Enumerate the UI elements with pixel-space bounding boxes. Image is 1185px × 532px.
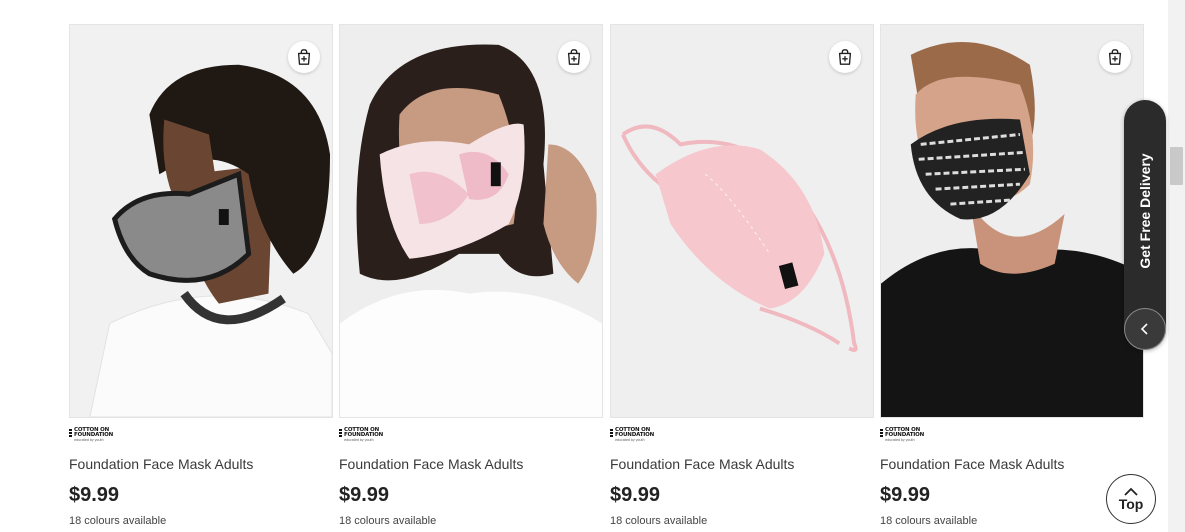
- product-image[interactable]: [880, 24, 1144, 418]
- product-card[interactable]: COTTON ON FOUNDATION educated by youth F…: [880, 24, 1144, 527]
- brand-tagline: educated by youth: [74, 438, 104, 442]
- brand-logo: COTTON ON FOUNDATION educated by youth: [610, 427, 874, 444]
- colours-available: 18 colours available: [610, 515, 708, 527]
- product-photo: [340, 25, 602, 417]
- add-to-bag-button[interactable]: [558, 41, 590, 73]
- product-name[interactable]: Foundation Face Mask Adults: [339, 456, 603, 472]
- product-name[interactable]: Foundation Face Mask Adults: [69, 456, 333, 472]
- brand-tagline: educated by youth: [885, 438, 915, 442]
- product-grid: COTTON ON FOUNDATION educated by youth F…: [69, 24, 1144, 532]
- back-to-top-button[interactable]: Top: [1106, 474, 1156, 524]
- add-to-bag-button[interactable]: [1099, 41, 1131, 73]
- promo-collapse-button[interactable]: [1124, 308, 1166, 350]
- free-delivery-tab[interactable]: Get Free Delivery: [1124, 100, 1166, 350]
- colours-available: 18 colours available: [339, 515, 437, 527]
- product-photo: [70, 25, 332, 417]
- product-image[interactable]: [69, 24, 333, 418]
- product-price: $9.99: [610, 484, 661, 506]
- product-price: $9.99: [69, 484, 120, 506]
- product-image[interactable]: [610, 24, 874, 418]
- shopping-bag-plus-icon: [838, 49, 852, 65]
- product-name[interactable]: Foundation Face Mask Adults: [610, 456, 874, 472]
- scrollbar-track[interactable]: [1168, 0, 1185, 532]
- free-delivery-label[interactable]: Get Free Delivery: [1137, 153, 1153, 268]
- colours-available: 18 colours available: [880, 515, 978, 527]
- add-to-bag-button[interactable]: [288, 41, 320, 73]
- brand-logo: COTTON ON FOUNDATION educated by youth: [880, 427, 1144, 444]
- product-card[interactable]: COTTON ON FOUNDATION educated by youth F…: [69, 24, 333, 527]
- product-photo: [881, 25, 1143, 417]
- shopping-bag-plus-icon: [567, 49, 581, 65]
- add-to-bag-button[interactable]: [829, 41, 861, 73]
- brand-logo: COTTON ON FOUNDATION educated by youth: [69, 427, 333, 444]
- product-name[interactable]: Foundation Face Mask Adults: [880, 456, 1144, 472]
- product-card[interactable]: COTTON ON FOUNDATION educated by youth F…: [339, 24, 603, 527]
- chevron-left-icon: [1140, 323, 1148, 335]
- back-to-top-label: Top: [1118, 495, 1144, 512]
- brand-tagline: educated by youth: [344, 438, 374, 442]
- product-image[interactable]: [339, 24, 603, 418]
- colours-available: 18 colours available: [69, 515, 167, 527]
- shopping-bag-plus-icon: [1108, 49, 1122, 65]
- scrollbar-thumb[interactable]: [1170, 147, 1183, 185]
- product-price: $9.99: [880, 484, 931, 506]
- brand-logo: COTTON ON FOUNDATION educated by youth: [339, 427, 603, 444]
- shopping-bag-plus-icon: [297, 49, 311, 65]
- product-price: $9.99: [339, 484, 390, 506]
- product-photo: [611, 25, 873, 417]
- brand-tagline: educated by youth: [615, 438, 645, 442]
- product-card[interactable]: COTTON ON FOUNDATION educated by youth F…: [610, 24, 874, 527]
